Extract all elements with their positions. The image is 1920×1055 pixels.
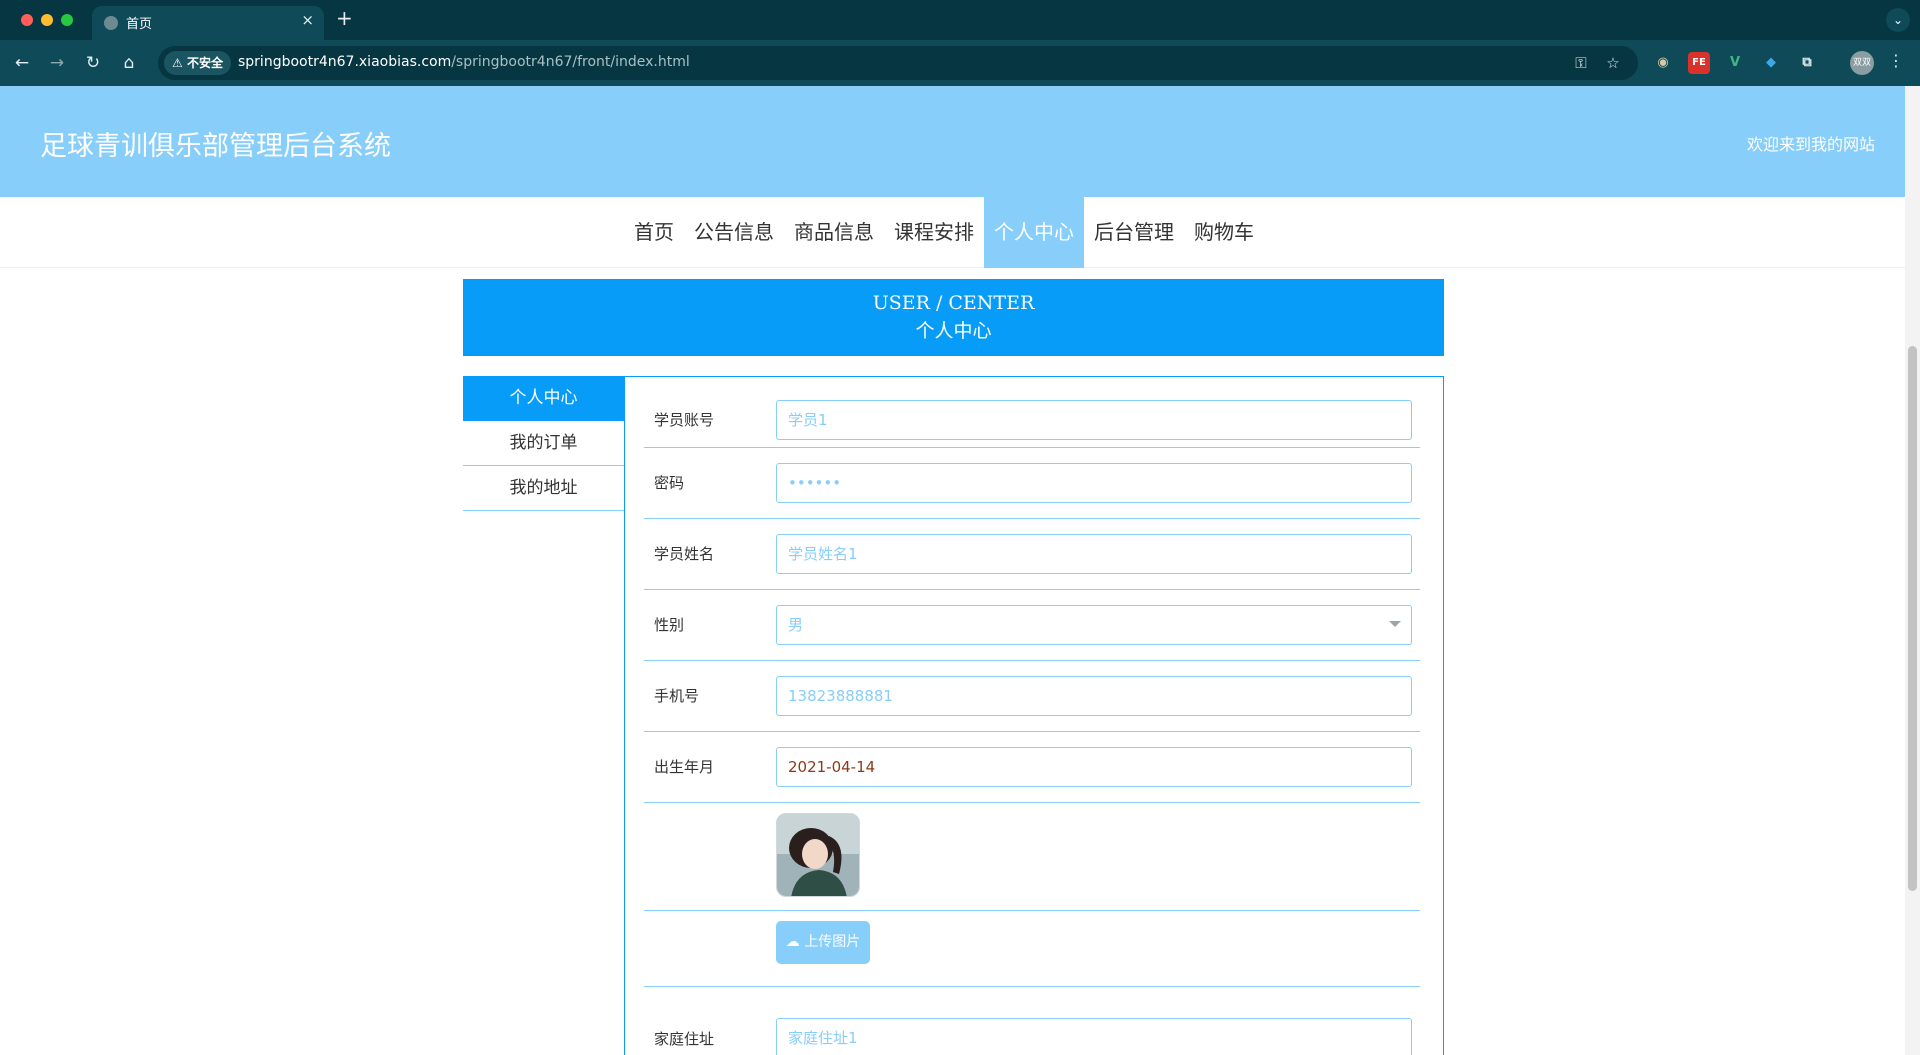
home-icon[interactable]: ⌂ [117,51,141,75]
side-item-orders[interactable]: 我的订单 [463,421,624,466]
form-row-upload: ☁ 上传图片 [644,911,1420,987]
form-row-birth: 出生年月 2021-04-14 [644,732,1420,803]
form-row-phone: 手机号 13823888881 [644,661,1420,732]
side-item-profile[interactable]: 个人中心 [463,376,624,421]
not-secure-badge[interactable]: ⚠ 不安全 [164,51,231,75]
forward-arrow-icon[interactable]: → [45,51,69,75]
password-input[interactable]: •••••• [776,463,1412,503]
globe-icon [104,16,118,30]
side-item-addresses[interactable]: 我的地址 [463,466,624,511]
avatar-photo [777,814,859,896]
nav-item-courses[interactable]: 课程安排 [884,197,984,268]
nav-item-user-center[interactable]: 个人中心 [984,197,1084,268]
user-center-banner: USER / CENTER 个人中心 [463,279,1444,356]
browser-menu-icon[interactable]: ⋮ [1888,51,1904,70]
tab-close-icon[interactable]: × [301,11,314,29]
profile-avatar[interactable]: 双双 [1850,51,1874,75]
form-row-address: 家庭住址 家庭住址1 [644,987,1420,1055]
reload-icon[interactable]: ↻ [81,51,105,75]
address-label: 家庭住址 [654,1030,715,1048]
bookmark-star-icon[interactable]: ☆ [1602,52,1624,74]
side-menu: 个人中心 我的订单 我的地址 [463,376,624,511]
gender-value: 男 [788,616,804,634]
phone-label: 手机号 [654,687,700,705]
banner-title-cn: 个人中心 [915,320,992,342]
profile-form: 学员账号 学员1 密码 •••••• 学员姓名 学员姓名1 性别 男 手机号 1… [624,376,1444,1055]
browser-toolbar: ← → ↻ ⌂ ⚠ 不安全 springbootr4n67.xiaobias.c… [0,40,1920,86]
account-label: 学员账号 [654,411,715,429]
extension-vue-icon[interactable]: V [1724,52,1746,74]
phone-input[interactable]: 13823888881 [776,676,1412,716]
nav-item-home[interactable]: 首页 [624,197,684,268]
page-viewport: 足球青训俱乐部管理后台系统 欢迎来到我的网站 首页 公告信息 商品信息 课程安排… [0,86,1905,1055]
nav-item-admin[interactable]: 后台管理 [1084,197,1184,268]
form-row-password: 密码 •••••• [644,448,1420,519]
gender-label: 性别 [654,616,685,634]
welcome-text: 欢迎来到我的网站 [1746,135,1875,154]
nav-list: 首页 公告信息 商品信息 课程安排 个人中心 后台管理 购物车 [624,197,1264,268]
name-label: 学员姓名 [654,545,715,563]
upload-button-label: 上传图片 [804,934,861,950]
name-input[interactable]: 学员姓名1 [776,534,1412,574]
new-tab-icon[interactable]: + [336,6,353,30]
nav-item-announcements[interactable]: 公告信息 [684,197,784,268]
url-host: springbootr4n67.xiaobias.com [238,54,452,70]
site-title: 足球青训俱乐部管理后台系统 [40,131,391,162]
password-label: 密码 [654,474,685,492]
address-input[interactable]: 家庭住址1 [776,1018,1412,1055]
extension-pin-icon[interactable]: ◆ [1760,52,1782,74]
banner-title-en: USER / CENTER [872,292,1035,314]
upload-image-button[interactable]: ☁ 上传图片 [776,921,870,964]
form-row-avatar [644,803,1420,911]
form-row-name: 学员姓名 学员姓名1 [644,519,1420,590]
nav-item-cart[interactable]: 购物车 [1184,197,1264,268]
address-bar[interactable]: ⚠ 不安全 springbootr4n67.xiaobias.com/sprin… [158,46,1638,80]
form-row-gender: 性别 男 [644,590,1420,661]
form-row-account: 学员账号 学员1 [644,395,1420,448]
account-input[interactable]: 学员1 [776,400,1412,440]
extensions-puzzle-icon[interactable]: ⧉ [1796,52,1818,74]
browser-tab[interactable]: 首页 × [92,6,324,40]
site-header: 足球青训俱乐部管理后台系统 欢迎来到我的网站 [0,86,1905,197]
back-arrow-icon[interactable]: ← [10,51,34,75]
browser-tab-bar: 首页 × + ⌄ [0,0,1920,40]
url-path: /springbootr4n67/front/index.html [451,54,690,70]
extension-fe-icon[interactable]: FE [1688,52,1710,74]
not-secure-label: 不安全 [186,56,223,70]
scrollbar-thumb[interactable] [1908,346,1917,891]
tab-search-chevron-icon[interactable]: ⌄ [1886,8,1910,32]
extension-owl-icon[interactable]: ◉ [1652,52,1674,74]
nav-item-products[interactable]: 商品信息 [784,197,884,268]
birth-label: 出生年月 [654,758,715,776]
page-scrollbar[interactable] [1905,86,1920,1055]
avatar [776,813,860,897]
birth-date-input[interactable]: 2021-04-14 [776,747,1412,787]
password-key-icon[interactable]: ⚿ [1570,52,1592,74]
minimize-window-button[interactable] [41,14,53,26]
tab-title: 首页 [126,17,153,32]
close-window-button[interactable] [21,14,33,26]
chevron-down-icon [1389,621,1401,627]
url-text[interactable]: springbootr4n67.xiaobias.com/springbootr… [238,54,690,70]
main-nav: 首页 公告信息 商品信息 课程安排 个人中心 后台管理 购物车 [0,197,1905,268]
gender-select[interactable]: 男 [776,605,1412,645]
cloud-upload-icon: ☁ [785,934,800,950]
maximize-window-button[interactable] [61,14,73,26]
